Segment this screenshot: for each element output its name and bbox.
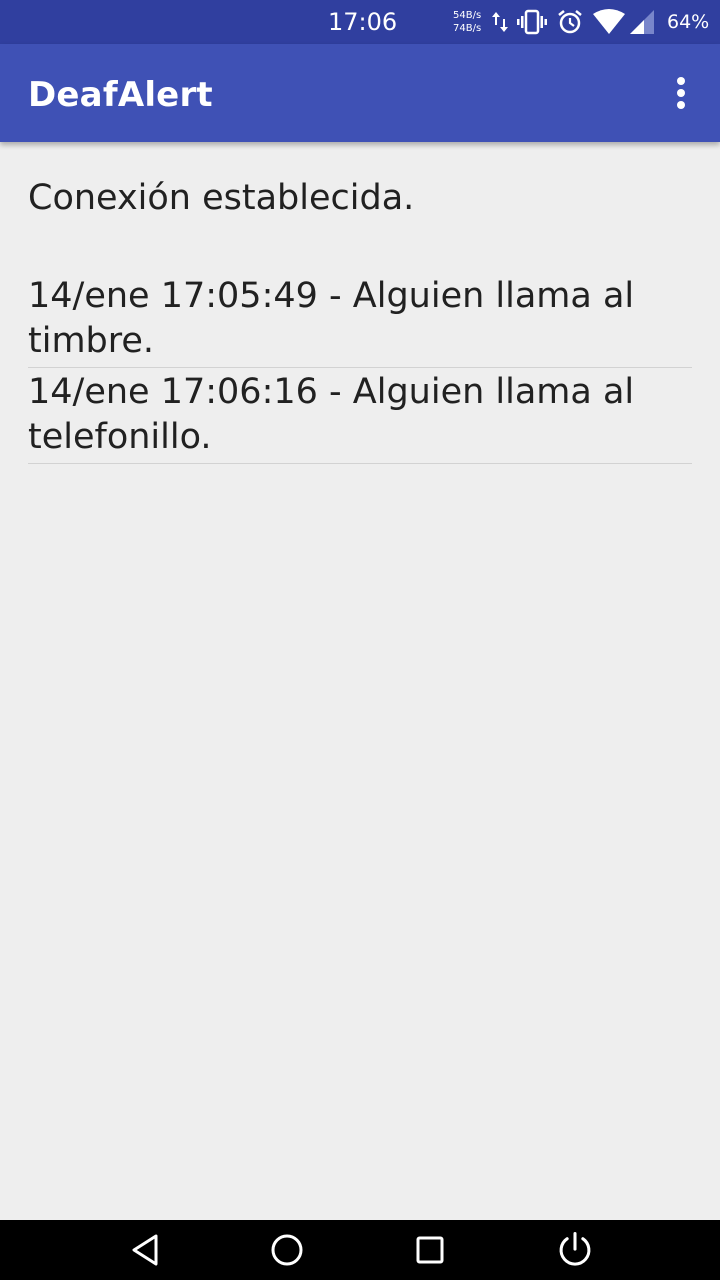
network-speed: 54B/s 74B/s	[453, 9, 481, 35]
navigation-bar	[0, 1220, 720, 1280]
signal-icon	[630, 10, 654, 34]
alert-list: 14/ene 17:05:49 - Alguien llama al timbr…	[28, 272, 692, 464]
alarm-icon	[558, 10, 582, 34]
overflow-menu-icon	[677, 77, 685, 109]
screen: 17:06 54B/s 74B/s 64% DeafAlert Conexión…	[0, 0, 720, 1280]
back-icon[interactable]	[126, 1230, 166, 1270]
vibrate-icon	[517, 9, 547, 35]
status-bar: 17:06 54B/s 74B/s 64%	[0, 0, 720, 44]
connection-status: Conexión establecida.	[28, 178, 415, 218]
app-bar: DeafAlert	[0, 44, 720, 142]
alert-item[interactable]: 14/ene 17:06:16 - Alguien llama al telef…	[28, 368, 692, 464]
app-title: DeafAlert	[28, 75, 213, 115]
recents-icon[interactable]	[410, 1230, 450, 1270]
home-icon[interactable]	[267, 1230, 307, 1270]
battery-percent: 64%	[667, 11, 710, 33]
status-time: 17:06	[328, 8, 398, 36]
download-speed: 74B/s	[453, 23, 482, 34]
overflow-menu-button[interactable]	[660, 68, 704, 118]
power-icon[interactable]	[552, 1230, 598, 1270]
upload-speed: 54B/s	[453, 10, 482, 21]
alert-item[interactable]: 14/ene 17:05:49 - Alguien llama al timbr…	[28, 272, 692, 368]
wifi-icon	[593, 9, 625, 34]
data-transfer-icon	[492, 12, 508, 32]
